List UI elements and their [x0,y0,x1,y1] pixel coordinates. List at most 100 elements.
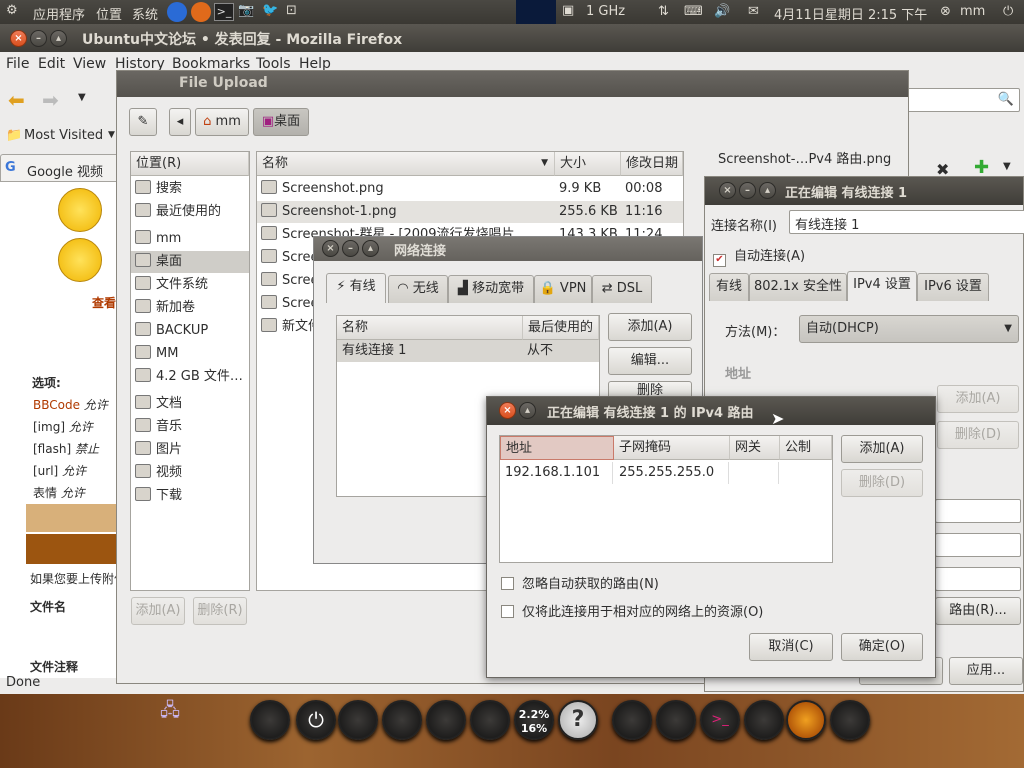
edit-conn-maximize-icon[interactable]: ▴ [759,182,776,199]
tab-google-video[interactable]: G Google 视频 [0,154,120,182]
file-row[interactable]: Screenshot.png 9.9 KB 00:08 [257,178,683,200]
place-item[interactable]: 音乐 [131,416,249,438]
menu-system[interactable]: 系统 [132,4,158,23]
netconn-tab-wireless[interactable]: ◠ 无线 [388,275,448,303]
netconn-close-icon[interactable]: × [322,240,339,257]
address-add-button[interactable]: 添加(A) [937,385,1019,413]
terminal-launcher-icon[interactable]: >_ [214,3,234,21]
history-dropdown-icon[interactable]: ▼ [78,92,86,103]
place-item[interactable]: 视频 [131,462,249,484]
place-item[interactable]: 最近使用的 [131,201,249,223]
column-name[interactable]: 名称 ▼ [257,152,555,176]
address-delete-button[interactable]: 删除(D) [937,421,1019,449]
path-button-desktop[interactable]: ▣桌面 [253,108,309,136]
place-item[interactable]: 4.2 GB 文件… [131,366,249,388]
routes-column-gateway[interactable]: 网关 [730,436,780,460]
method-select[interactable]: 自动(DHCP) ▼ [799,315,1019,343]
apply-button[interactable]: 应用... [949,657,1023,685]
file-row[interactable]: Screenshot-1.png 255.6 KB 11:16 [257,201,683,223]
smiley-icon[interactable] [58,188,102,232]
auto-connect-checkbox[interactable]: ✔ 自动连接(A) [713,245,805,267]
dock-clock-icon[interactable] [338,700,378,740]
keyboard-icon[interactable]: ⌨ [684,4,703,19]
edit-location-button[interactable]: ✎ [129,108,157,136]
path-button-mm[interactable]: ⌂ mm [195,108,249,136]
conn-name-input[interactable]: 有线连接 1 [789,210,1024,234]
volume-icon[interactable]: 🔊 [714,4,730,19]
smiley-icon[interactable] [58,238,102,282]
place-item[interactable]: BACKUP [131,320,249,342]
conn-column-last-used[interactable]: 最后使用的 [523,316,599,340]
back-icon[interactable]: ⬅ [8,88,25,112]
routes-column-netmask[interactable]: 子网掩码 [614,436,730,460]
dock-help-icon[interactable]: ? [558,700,598,740]
place-item[interactable]: MM [131,343,249,365]
mail-icon[interactable]: ✉ [748,4,759,19]
search-domain-field[interactable] [935,533,1021,557]
netconn-add-button[interactable]: 添加(A) [608,313,692,341]
routes-cancel-button[interactable]: 取消(C) [749,633,833,661]
dock-blender-icon[interactable] [656,700,696,740]
netconn-tab-vpn[interactable]: 🔒 VPN [534,275,592,303]
conn-column-name[interactable]: 名称 [337,316,523,340]
route-gateway[interactable] [735,462,779,484]
forward-icon[interactable]: ➡ [42,88,59,112]
add-place-button[interactable]: 添加(A) [131,597,185,625]
network-workspace-icon[interactable]: 🖧 [160,698,220,756]
netconn-maximize-icon[interactable]: ▴ [362,240,379,257]
dock-power-icon[interactable]: ⏻ [296,700,336,740]
tab-ipv6[interactable]: IPv6 设置 [917,273,989,301]
place-item[interactable]: 桌面 [131,251,249,273]
system-monitor-graph[interactable] [516,0,556,24]
place-item[interactable]: 文档 [131,393,249,415]
place-item[interactable]: 新加卷 [131,297,249,319]
routes-column-address[interactable]: 地址 [500,436,614,460]
place-item[interactable]: 文件系统 [131,274,249,296]
firefox-close-icon[interactable]: × [10,30,27,47]
edit-conn-close-icon[interactable]: × [719,182,736,199]
mixer-launcher-icon[interactable]: ⊡ [286,3,297,18]
tab-list-icon[interactable]: ▼ [1003,161,1011,172]
screenshot-launcher-icon[interactable]: 📷 [238,3,254,18]
firefox-launcher-icon[interactable] [191,2,211,22]
menu-view[interactable]: View [73,56,106,72]
dock-chat-icon[interactable] [744,700,784,740]
dock-paw-icon[interactable] [382,700,422,740]
local-only-checkbox[interactable]: 仅将此连接用于相对应的网络上的资源(O) [501,601,763,620]
place-item[interactable]: mm [131,228,249,250]
ubuntu-logo-icon[interactable]: ⚙ [6,3,18,18]
place-item[interactable]: 图片 [131,439,249,461]
user-name[interactable]: mm [960,4,985,19]
logout-icon[interactable]: ⊗ [940,4,951,19]
option-name[interactable]: BBCode [33,398,80,412]
place-item[interactable]: 下载 [131,485,249,507]
path-back-button[interactable]: ◂ [169,108,191,136]
new-tab-icon[interactable]: ✚ [974,157,989,178]
routes-add-button[interactable]: 添加(A) [841,435,923,463]
routes-maximize-icon[interactable]: ▴ [519,402,536,419]
route-row[interactable]: 192.168.1.101 255.255.255.0 [500,462,832,484]
netconn-tab-wired[interactable]: ⚡ 有线 [326,273,386,303]
routes-close-icon[interactable]: × [499,402,516,419]
power-icon[interactable]: ⏻ [1003,4,1013,19]
search-icon[interactable]: 🔍 [998,92,1014,107]
browser-launcher-icon[interactable] [167,2,187,22]
bookmark-dropdown-icon[interactable]: ▼ [108,130,115,140]
clock[interactable]: 4月11日星期日 2:15 下午 [774,4,927,23]
pidgin-launcher-icon[interactable]: 🐦 [262,3,278,18]
tab-wired[interactable]: 有线 [709,273,749,301]
dock-activity-icon[interactable] [612,700,652,740]
view-more-link[interactable]: 查看 [92,294,116,311]
netconn-minimize-icon[interactable]: – [342,240,359,257]
menu-places[interactable]: 位置 [96,4,122,23]
edit-conn-minimize-icon[interactable]: – [739,182,756,199]
firefox-maximize-icon[interactable]: ▴ [50,30,67,47]
dns-field[interactable] [935,499,1021,523]
dock-speaker-icon[interactable] [426,700,466,740]
dock-ubuntu-icon[interactable] [250,700,290,740]
netconn-tab-dsl[interactable]: ⇄ DSL [592,275,652,303]
menu-applications[interactable]: 应用程序 [33,4,85,23]
menu-file[interactable]: File [6,56,29,72]
cpu-freq[interactable]: 1 GHz [586,4,625,19]
dock-cpu-monitor[interactable]: 2.2% 16% [514,700,554,740]
